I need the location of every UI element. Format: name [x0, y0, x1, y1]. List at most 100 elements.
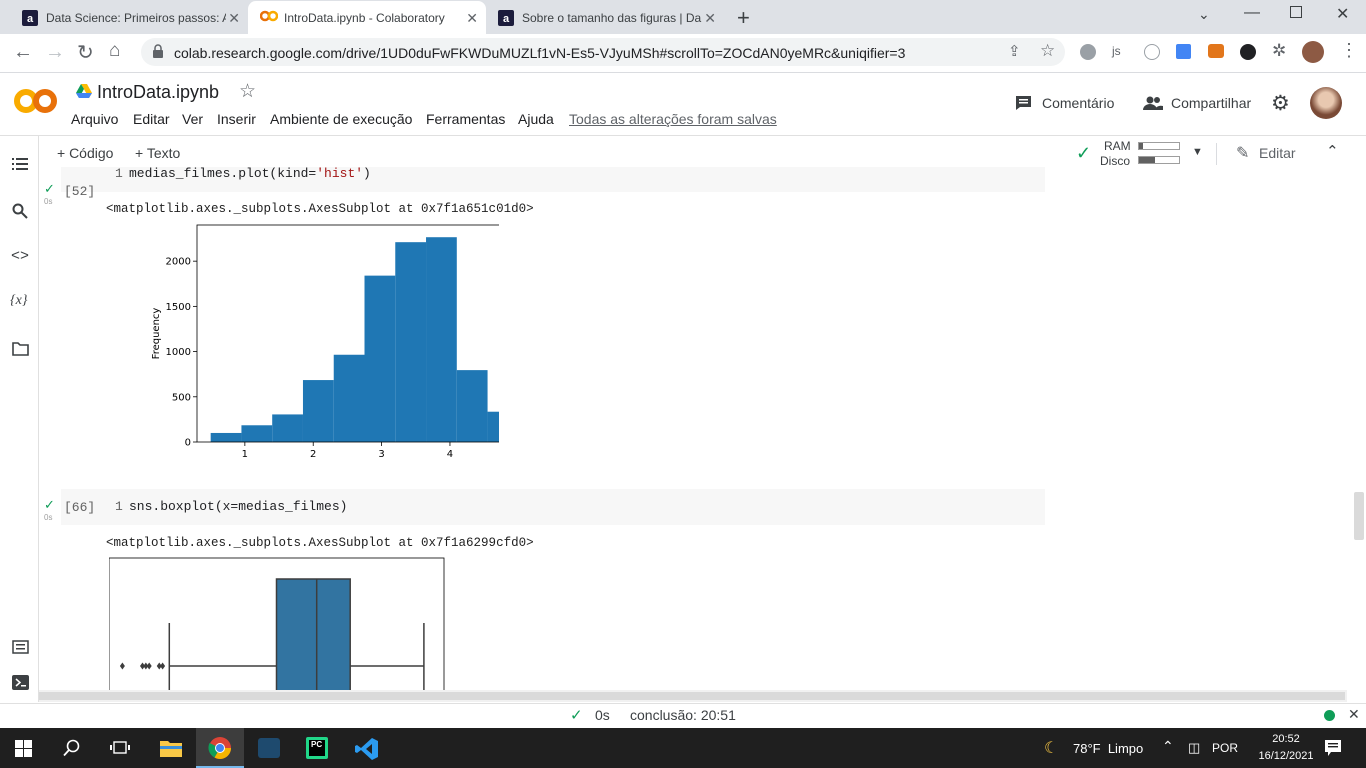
- y-tick-label: 0: [185, 438, 191, 449]
- menu-ajuda[interactable]: Ajuda: [518, 111, 554, 127]
- share-button[interactable]: Compartilhar: [1171, 95, 1251, 111]
- exec-count[interactable]: [52]: [64, 184, 95, 199]
- chrome-icon[interactable]: [208, 736, 232, 760]
- y-tick-label: 1500: [166, 302, 191, 313]
- profile-avatar[interactable]: [1302, 41, 1324, 63]
- home-icon[interactable]: ⌂: [109, 40, 120, 62]
- edit-mode-button[interactable]: Editar: [1259, 145, 1296, 161]
- status-check-icon: ✓: [570, 707, 583, 724]
- close-tab-icon[interactable]: ✕: [704, 10, 716, 27]
- taskbar-search-icon[interactable]: [63, 739, 81, 757]
- menu-editar[interactable]: Editar: [133, 111, 170, 127]
- task-view-icon[interactable]: [110, 739, 130, 756]
- pencil-icon: ✎: [1236, 145, 1250, 162]
- variables-icon[interactable]: {x}: [10, 293, 27, 309]
- pycharm-icon[interactable]: PC: [306, 737, 328, 759]
- clock-date[interactable]: 16/12/2021: [1248, 750, 1324, 762]
- close-tab-icon[interactable]: ✕: [228, 10, 240, 27]
- notifications-icon[interactable]: [1325, 740, 1341, 756]
- colab-logo[interactable]: [14, 86, 58, 116]
- disk-usage-bar[interactable]: [1138, 156, 1180, 164]
- notebook-title[interactable]: IntroData.ipynb: [97, 82, 219, 103]
- input-language[interactable]: POR: [1212, 741, 1238, 755]
- notebook-scroll-area[interactable]: 1 medias_filmes.plot(kind='hist') ✓ 0s […: [39, 167, 1366, 690]
- close-tab-icon[interactable]: ✕: [466, 10, 478, 27]
- browser-tab-2[interactable]: IntroData.ipynb - Colaboratory ✕: [248, 1, 486, 34]
- runtime-status-dot[interactable]: [1324, 710, 1335, 721]
- cell-exec-time: 0s: [44, 197, 53, 206]
- y-tick-label: 2000: [166, 257, 191, 268]
- left-side-rail: [0, 136, 39, 702]
- menu-inserir[interactable]: Inserir: [217, 111, 256, 127]
- code-line[interactable]: medias_filmes.plot(kind='hist'): [129, 167, 371, 181]
- bookmark-star-icon[interactable]: ☆: [1040, 41, 1055, 61]
- share-page-icon[interactable]: ⇪: [1008, 42, 1021, 60]
- add-code-cell-button[interactable]: + Código: [57, 145, 113, 161]
- code-cell-52[interactable]: 1 medias_filmes.plot(kind='hist'): [61, 167, 1045, 192]
- lock-icon: [152, 44, 164, 58]
- ram-usage-bar[interactable]: [1138, 142, 1180, 150]
- table-of-contents-icon[interactable]: [12, 157, 28, 171]
- menu-ambiente[interactable]: Ambiente de execução: [270, 111, 412, 127]
- code-string: 'hist': [316, 167, 364, 181]
- minimize-icon[interactable]: —: [1244, 4, 1260, 22]
- code-text: medias_filmes.plot(kind=: [129, 167, 317, 181]
- back-icon[interactable]: ←: [13, 41, 33, 64]
- user-avatar[interactable]: [1310, 87, 1342, 119]
- extension-icon[interactable]: [1144, 44, 1160, 60]
- line-number: 1: [115, 499, 123, 514]
- vscode-icon[interactable]: [355, 737, 379, 761]
- files-folder-icon[interactable]: [12, 342, 29, 356]
- close-status-icon[interactable]: ✕: [1348, 706, 1360, 723]
- code-line[interactable]: sns.boxplot(x=medias_filmes): [129, 499, 347, 514]
- code-snippets-icon[interactable]: <>: [11, 248, 29, 265]
- menu-ver[interactable]: Ver: [182, 111, 203, 127]
- add-text-cell-button[interactable]: + Texto: [135, 145, 180, 161]
- file-explorer-icon[interactable]: [160, 738, 182, 757]
- output-text: <matplotlib.axes._subplots.AxesSubplot a…: [106, 536, 534, 550]
- browser-tab-3[interactable]: a Sobre o tamanho das figuras | Da ✕: [486, 1, 724, 34]
- extension-js-icon[interactable]: js: [1112, 44, 1121, 58]
- save-status[interactable]: Todas as alterações foram salvas: [569, 111, 777, 127]
- browser-tab-1[interactable]: a Data Science: Primeiros passos: A ✕: [10, 1, 248, 34]
- histogram-bar: [302, 380, 334, 442]
- terminal-icon[interactable]: [12, 675, 29, 690]
- url-text[interactable]: colab.research.google.com/drive/1UD0duFw…: [174, 45, 905, 61]
- windows-start-icon[interactable]: [15, 740, 32, 757]
- reload-icon[interactable]: ↻: [77, 40, 94, 65]
- adblock-icon[interactable]: [1080, 44, 1096, 60]
- search-icon[interactable]: [12, 203, 28, 219]
- network-icon[interactable]: ◫: [1188, 740, 1200, 756]
- new-tab-icon[interactable]: +: [737, 5, 750, 31]
- collapse-header-icon[interactable]: ⌄: [1326, 141, 1339, 159]
- horizontal-scrollbar[interactable]: [39, 690, 1347, 702]
- forward-icon[interactable]: →: [45, 41, 65, 64]
- mysql-workbench-icon[interactable]: [258, 738, 280, 758]
- code-cell-66[interactable]: 1 sns.boxplot(x=medias_filmes): [61, 489, 1045, 525]
- exec-count[interactable]: [66]: [64, 500, 95, 515]
- tray-chevron-icon[interactable]: ⌃: [1162, 738, 1174, 755]
- ram-label: RAM: [1104, 139, 1131, 153]
- clock-time[interactable]: 20:52: [1260, 733, 1312, 745]
- command-palette-icon[interactable]: [12, 640, 29, 654]
- histogram-bar: [210, 432, 242, 442]
- close-window-icon[interactable]: ✕: [1336, 4, 1349, 24]
- puzzle-extensions-icon[interactable]: ✲: [1272, 41, 1286, 61]
- menu-ferramentas[interactable]: Ferramentas: [426, 111, 505, 127]
- vertical-scrollbar-thumb[interactable]: [1354, 492, 1364, 540]
- comment-button[interactable]: Comentário: [1042, 95, 1114, 111]
- tab-search-icon[interactable]: ⌄: [1198, 6, 1210, 23]
- menu-arquivo[interactable]: Arquivo: [71, 111, 118, 127]
- translate-icon[interactable]: [1176, 44, 1191, 59]
- extension-dark-icon[interactable]: [1240, 44, 1256, 60]
- chrome-menu-icon[interactable]: ⋮: [1340, 40, 1358, 61]
- toolbar-divider: [1216, 143, 1217, 165]
- settings-gear-icon[interactable]: ⚙: [1271, 91, 1290, 116]
- resources-dropdown-icon[interactable]: ▼: [1192, 146, 1203, 158]
- connected-check-icon: ✓: [1076, 143, 1092, 163]
- restore-icon[interactable]: [1290, 6, 1302, 18]
- weather-text[interactable]: 78°F Limpo: [1073, 741, 1143, 756]
- metamask-icon[interactable]: [1208, 44, 1224, 58]
- star-notebook-icon[interactable]: ☆: [239, 80, 256, 103]
- svg-text:a: a: [27, 13, 34, 25]
